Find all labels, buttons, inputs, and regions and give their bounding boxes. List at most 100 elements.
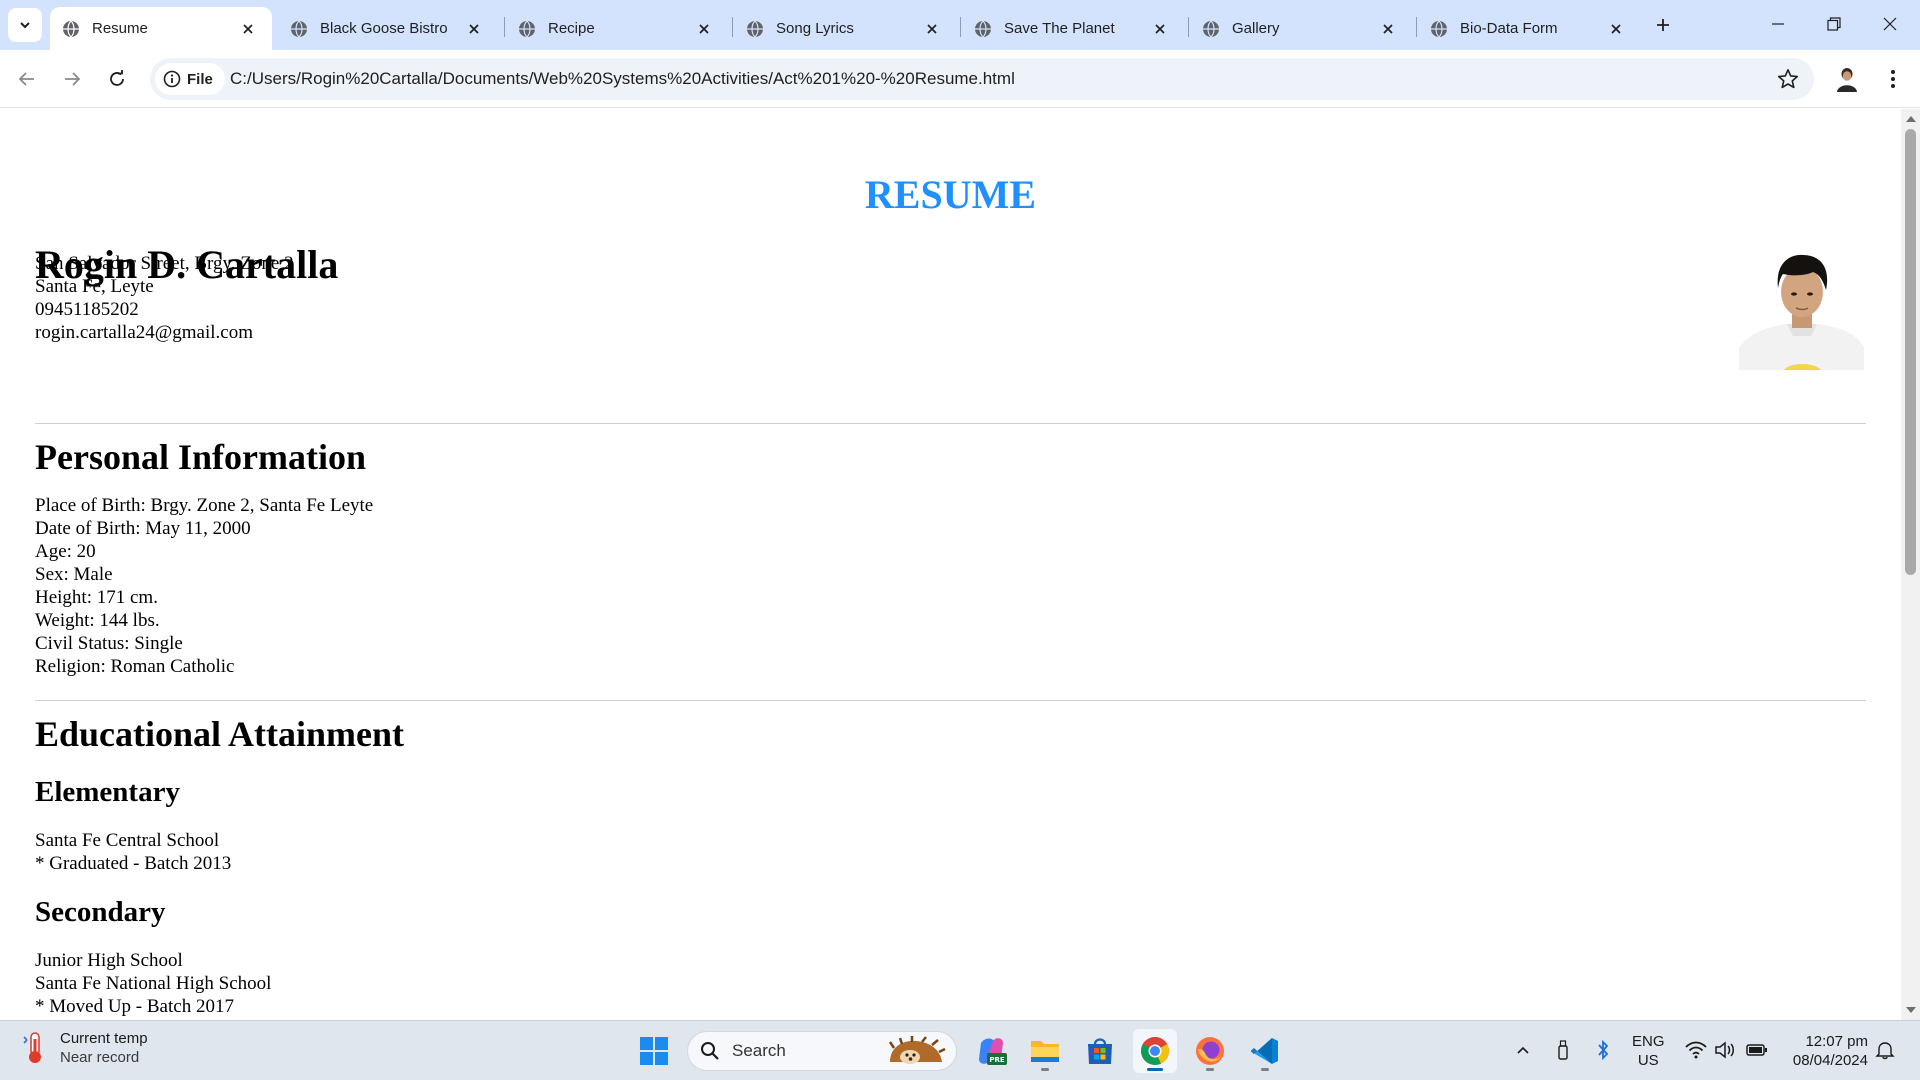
- tab-save-the-planet[interactable]: Save The Planet: [962, 7, 1184, 50]
- browser-menu-button[interactable]: [1880, 64, 1906, 94]
- star-icon[interactable]: [1776, 67, 1800, 91]
- tab-recipe[interactable]: Recipe: [506, 7, 728, 50]
- firefox-button[interactable]: [1188, 1029, 1232, 1073]
- close-icon[interactable]: [1152, 21, 1168, 37]
- tab-bio-data-form[interactable]: Bio-Data Form: [1418, 7, 1640, 50]
- address-block: San Salvador Street, Brgy. Zone 2 Santa …: [35, 252, 294, 344]
- search-icon: [701, 1042, 719, 1060]
- scroll-up-arrow[interactable]: [1906, 116, 1916, 122]
- page-viewport: RESUME Rogin D. Cartalla San Salvador St…: [0, 109, 1901, 1020]
- back-button[interactable]: [10, 62, 44, 96]
- tab-title: Resume: [92, 20, 148, 37]
- windows-logo-icon: [640, 1037, 668, 1065]
- globe-icon: [747, 20, 763, 37]
- age: Age: 20: [35, 541, 96, 562]
- weather-widget[interactable]: Current temp Near record: [22, 1029, 148, 1067]
- file-explorer-button[interactable]: [1023, 1029, 1067, 1073]
- system-clock[interactable]: 12:07 pm 08/04/2024: [1786, 1032, 1868, 1070]
- close-icon[interactable]: [1380, 21, 1396, 37]
- kebab-menu-icon: [1891, 70, 1895, 88]
- volume-icon[interactable]: [1714, 1039, 1736, 1061]
- folder-icon: [1031, 1041, 1059, 1062]
- globe-icon: [1431, 20, 1447, 37]
- globe-icon: [519, 20, 535, 37]
- hedgehog-icon: [888, 1036, 946, 1064]
- close-window-button[interactable]: [1862, 0, 1918, 48]
- personal-info-list: Place of Birth: Brgy. Zone 2, Santa Fe L…: [35, 494, 373, 678]
- notifications-button[interactable]: [1874, 1039, 1896, 1061]
- tab-title: Recipe: [548, 20, 595, 37]
- globe-icon: [975, 20, 991, 37]
- wifi-icon[interactable]: [1685, 1039, 1707, 1061]
- tab-black-goose-bistro[interactable]: Black Goose Bistro: [278, 7, 498, 50]
- forward-button[interactable]: [55, 62, 89, 96]
- weather-subtitle: Near record: [60, 1049, 140, 1066]
- tab-separator: [1188, 17, 1189, 37]
- close-icon[interactable]: [1608, 21, 1624, 37]
- new-tab-button[interactable]: [1650, 12, 1676, 38]
- tab-title: Song Lyrics: [776, 20, 854, 37]
- taskbar-search[interactable]: Search: [687, 1031, 957, 1071]
- secondary-heading: Secondary: [35, 896, 166, 928]
- tab-gallery[interactable]: Gallery: [1190, 7, 1412, 50]
- divider: [35, 700, 1866, 701]
- firefox-icon: [1196, 1037, 1224, 1065]
- language-code: ENG: [1632, 1033, 1665, 1050]
- chevron-down-icon: [20, 22, 30, 29]
- elementary-status: * Graduated - Batch 2013: [35, 853, 232, 874]
- divider: [35, 423, 1866, 424]
- input-language[interactable]: ENG US: [1632, 1032, 1665, 1070]
- minimize-icon: [1772, 23, 1784, 25]
- close-icon[interactable]: [924, 21, 940, 37]
- copilot-button[interactable]: PRE: [969, 1029, 1013, 1073]
- phone-number: 09451185202: [35, 299, 139, 320]
- address-line-2: Santa Fe, Leyte: [35, 276, 154, 297]
- clock-time: 12:07 pm: [1805, 1033, 1868, 1050]
- chevron-up-icon: [1517, 1046, 1529, 1054]
- religion: Religion: Roman Catholic: [35, 656, 235, 677]
- profile-avatar-icon[interactable]: [1832, 64, 1862, 94]
- region-code: US: [1637, 1052, 1659, 1069]
- tab-title: Save The Planet: [1004, 20, 1115, 37]
- vscode-button[interactable]: [1243, 1029, 1287, 1073]
- copilot-icon: PRE: [979, 1038, 1007, 1065]
- site-info-chip[interactable]: File: [155, 63, 225, 95]
- secondary-school: Santa Fe National High School: [35, 973, 272, 994]
- height: Height: 171 cm.: [35, 587, 158, 608]
- battery-icon[interactable]: [1746, 1039, 1768, 1061]
- email-address: rogin.cartalla24@gmail.com: [35, 322, 253, 343]
- tab-title: Gallery: [1232, 20, 1280, 37]
- date-of-birth: Date of Birth: May 11, 2000: [35, 518, 251, 539]
- tab-separator: [504, 17, 505, 37]
- close-icon[interactable]: [240, 21, 256, 37]
- close-icon[interactable]: [696, 21, 712, 37]
- close-icon: [1883, 17, 1897, 31]
- close-icon[interactable]: [466, 21, 482, 37]
- reload-button[interactable]: [100, 62, 134, 96]
- clock-date: 08/04/2024: [1792, 1052, 1868, 1069]
- show-hidden-icons-button[interactable]: [1512, 1039, 1534, 1061]
- tab-song-lyrics[interactable]: Song Lyrics: [734, 7, 956, 50]
- education-heading: Educational Attainment: [35, 714, 405, 754]
- address-bar[interactable]: File C:/Users/Rogin%20Cartalla/Documents…: [150, 58, 1814, 100]
- restore-button[interactable]: [1806, 0, 1862, 48]
- tab-strip: Resume Black Goose Bistro Recipe Song Ly…: [0, 0, 1920, 50]
- url-text[interactable]: C:/Users/Rogin%20Cartalla/Documents/Web%…: [230, 69, 1015, 89]
- tab-separator: [732, 17, 733, 37]
- tab-resume[interactable]: Resume: [50, 7, 272, 50]
- tab-search-button[interactable]: [8, 8, 42, 42]
- bluetooth-icon[interactable]: [1592, 1039, 1614, 1061]
- address-line-1: San Salvador Street, Brgy. Zone 2: [35, 253, 294, 274]
- profile-photo: [1739, 250, 1864, 370]
- chrome-button[interactable]: [1133, 1029, 1177, 1073]
- scroll-thumb[interactable]: [1905, 129, 1916, 575]
- scroll-down-arrow[interactable]: [1906, 1007, 1916, 1013]
- weight: Weight: 144 lbs.: [35, 610, 160, 631]
- info-icon: [163, 70, 181, 88]
- weather-title: Current temp: [60, 1030, 148, 1047]
- microsoft-store-button[interactable]: [1078, 1029, 1122, 1073]
- start-button[interactable]: [632, 1029, 676, 1073]
- minimize-button[interactable]: [1750, 0, 1806, 48]
- vertical-scrollbar[interactable]: [1901, 109, 1920, 1020]
- usb-device-icon[interactable]: [1552, 1039, 1574, 1061]
